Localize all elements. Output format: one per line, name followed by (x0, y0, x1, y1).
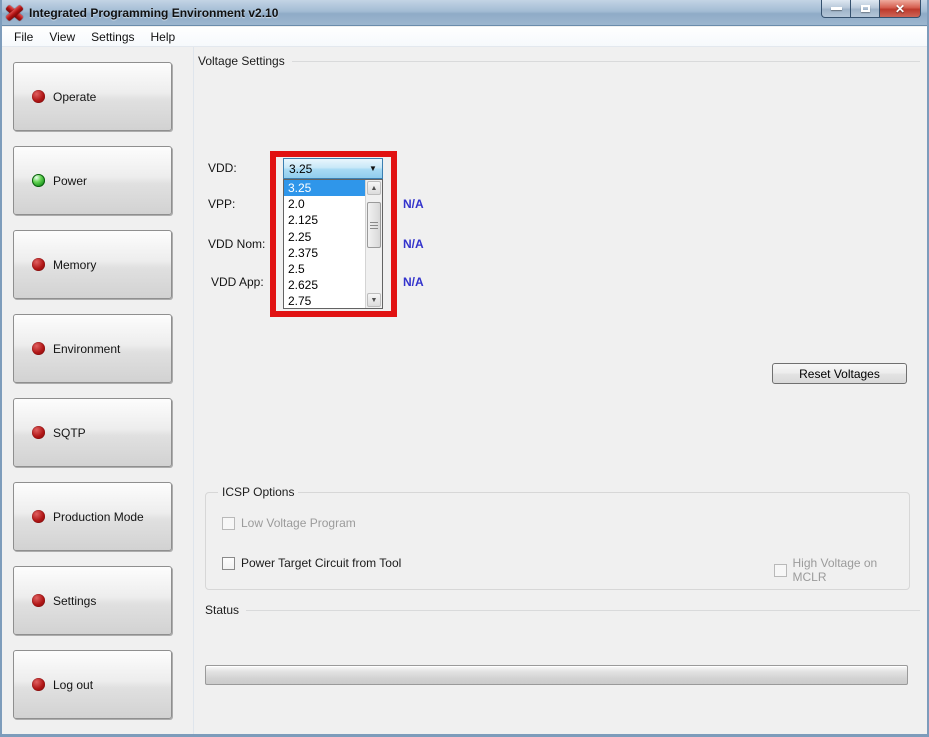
power-target-circuit-label: Power Target Circuit from Tool (241, 556, 401, 570)
app-window: Integrated Programming Environment v2.10… (0, 0, 929, 737)
status-led-red-icon (32, 90, 45, 103)
vdd-nom-label: VDD Nom: (208, 237, 265, 251)
dropdown-option[interactable]: 2.75 (284, 293, 365, 309)
window-title: Integrated Programming Environment v2.10 (29, 6, 278, 20)
dropdown-option[interactable]: 2.375 (284, 245, 365, 261)
high-voltage-mclr-checkbox[interactable] (774, 564, 787, 577)
dropdown-option[interactable]: 2.0 (284, 196, 365, 212)
scrollbar-thumb[interactable] (367, 202, 381, 248)
sidebar-button-label: Operate (53, 90, 96, 104)
status-led-red-icon (32, 594, 45, 607)
reset-voltages-label: Reset Voltages (799, 367, 880, 381)
status-led-red-icon (32, 678, 45, 691)
title-bar[interactable]: Integrated Programming Environment v2.10… (0, 0, 929, 26)
app-logo-icon (6, 5, 23, 21)
scroll-up-icon[interactable]: ▲ (367, 181, 381, 195)
sidebar-button-operate[interactable]: Operate (13, 62, 172, 131)
dropdown-option[interactable]: 2.625 (284, 277, 365, 293)
dropdown-option[interactable]: 2.5 (284, 261, 365, 277)
low-voltage-program-checkbox[interactable] (222, 517, 235, 530)
status-title: Status (205, 603, 239, 617)
minimize-button[interactable] (821, 0, 851, 18)
low-voltage-program-label: Low Voltage Program (241, 516, 356, 530)
sidebar-button-label: Settings (53, 594, 96, 608)
sidebar-button-label: Log out (53, 678, 93, 692)
thumb-grip-icon (370, 225, 378, 226)
vdd-combobox[interactable]: 3.25 ▼ (283, 158, 383, 179)
section-rule (292, 61, 920, 62)
voltage-settings-title: Voltage Settings (198, 54, 285, 68)
status-led-red-icon (32, 426, 45, 439)
vdd-app-value: N/A (403, 275, 424, 289)
menu-bar: File View Settings Help (2, 27, 927, 47)
vdd-dropdown-options: 3.25 2.0 2.125 2.25 2.375 2.5 2.625 2.75 (284, 180, 365, 308)
scroll-down-icon[interactable]: ▼ (367, 293, 381, 307)
maximize-button[interactable] (851, 0, 879, 18)
menu-file[interactable]: File (6, 28, 41, 46)
sidebar: Operate Power Memory Environment SQTP Pr… (13, 62, 172, 719)
vdd-app-label: VDD App: (211, 275, 264, 289)
power-target-circuit-row: Power Target Circuit from Tool (222, 556, 401, 570)
section-rule (246, 610, 920, 611)
menu-view[interactable]: View (41, 28, 83, 46)
high-voltage-mclr-row: High Voltage on MCLR (774, 556, 909, 584)
vpp-value: N/A (403, 197, 424, 211)
sidebar-button-environment[interactable]: Environment (13, 314, 172, 383)
close-icon: ✕ (895, 2, 905, 16)
icsp-options-title: ICSP Options (218, 485, 298, 499)
high-voltage-mclr-label: High Voltage on MCLR (793, 556, 910, 584)
sidebar-button-log-out[interactable]: Log out (13, 650, 172, 719)
window-frame-left (0, 0, 2, 737)
voltage-settings-section: Voltage Settings (198, 54, 920, 68)
chevron-down-icon[interactable]: ▼ (364, 164, 382, 173)
sidebar-button-settings[interactable]: Settings (13, 566, 172, 635)
status-led-green-icon (32, 174, 45, 187)
sidebar-button-production-mode[interactable]: Production Mode (13, 482, 172, 551)
menu-help[interactable]: Help (143, 28, 184, 46)
sidebar-button-memory[interactable]: Memory (13, 230, 172, 299)
reset-voltages-button[interactable]: Reset Voltages (772, 363, 907, 384)
sidebar-button-label: Power (53, 174, 87, 188)
icsp-options-group: ICSP Options Low Voltage Program Power T… (205, 492, 910, 590)
low-voltage-program-row: Low Voltage Program (222, 516, 356, 530)
dropdown-option[interactable]: 2.25 (284, 229, 365, 245)
maximize-icon (861, 5, 870, 12)
status-led-red-icon (32, 510, 45, 523)
window-controls: ✕ (821, 0, 921, 18)
sidebar-button-label: SQTP (53, 426, 86, 440)
sidebar-divider (193, 47, 194, 737)
sidebar-button-power[interactable]: Power (13, 146, 172, 215)
dropdown-scrollbar[interactable]: ▲ ▼ (365, 180, 382, 308)
status-section: Status (205, 603, 920, 617)
status-led-red-icon (32, 342, 45, 355)
sidebar-button-label: Production Mode (53, 510, 144, 524)
menu-settings[interactable]: Settings (83, 28, 142, 46)
vdd-dropdown-list: 3.25 2.0 2.125 2.25 2.375 2.5 2.625 2.75… (283, 179, 383, 309)
status-progress-bar (205, 665, 908, 685)
vdd-nom-value: N/A (403, 237, 424, 251)
dropdown-option[interactable]: 3.25 (284, 180, 365, 196)
minimize-icon (831, 7, 842, 10)
sidebar-button-label: Environment (53, 342, 120, 356)
status-led-red-icon (32, 258, 45, 271)
dropdown-option[interactable]: 2.125 (284, 212, 365, 228)
vpp-label: VPP: (208, 197, 235, 211)
vdd-label: VDD: (208, 161, 237, 175)
sidebar-button-sqtp[interactable]: SQTP (13, 398, 172, 467)
close-button[interactable]: ✕ (879, 0, 921, 18)
power-target-circuit-checkbox[interactable] (222, 557, 235, 570)
vdd-combobox-value: 3.25 (284, 162, 364, 176)
sidebar-button-label: Memory (53, 258, 96, 272)
